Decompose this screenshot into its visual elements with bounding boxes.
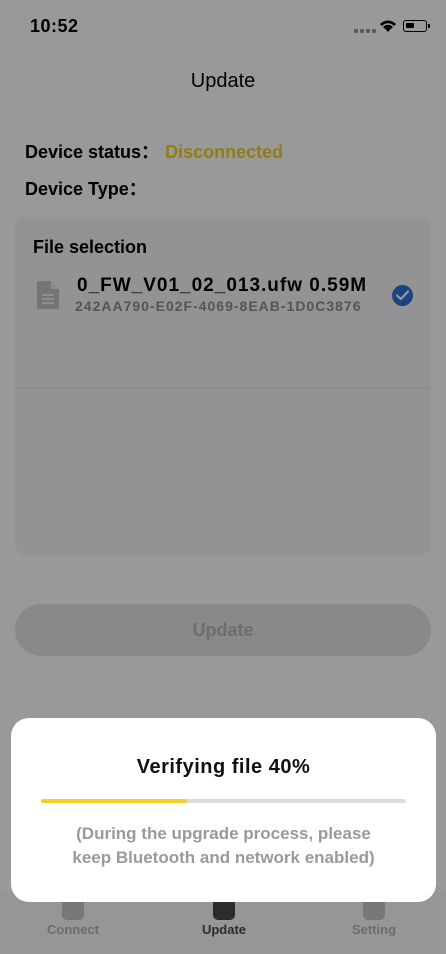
verify-progress-dialog: Verifying file 40% (During the upgrade p…	[11, 718, 436, 902]
progress-fill	[41, 799, 187, 803]
progress-bar	[41, 799, 406, 803]
dialog-title: Verifying file 40%	[136, 756, 311, 778]
dialog-note: (During the upgrade process, please keep…	[11, 822, 436, 870]
dialog-note-line1: (During the upgrade process, please	[76, 824, 371, 843]
dialog-note-line2: keep Bluetooth and network enabled)	[72, 848, 375, 867]
